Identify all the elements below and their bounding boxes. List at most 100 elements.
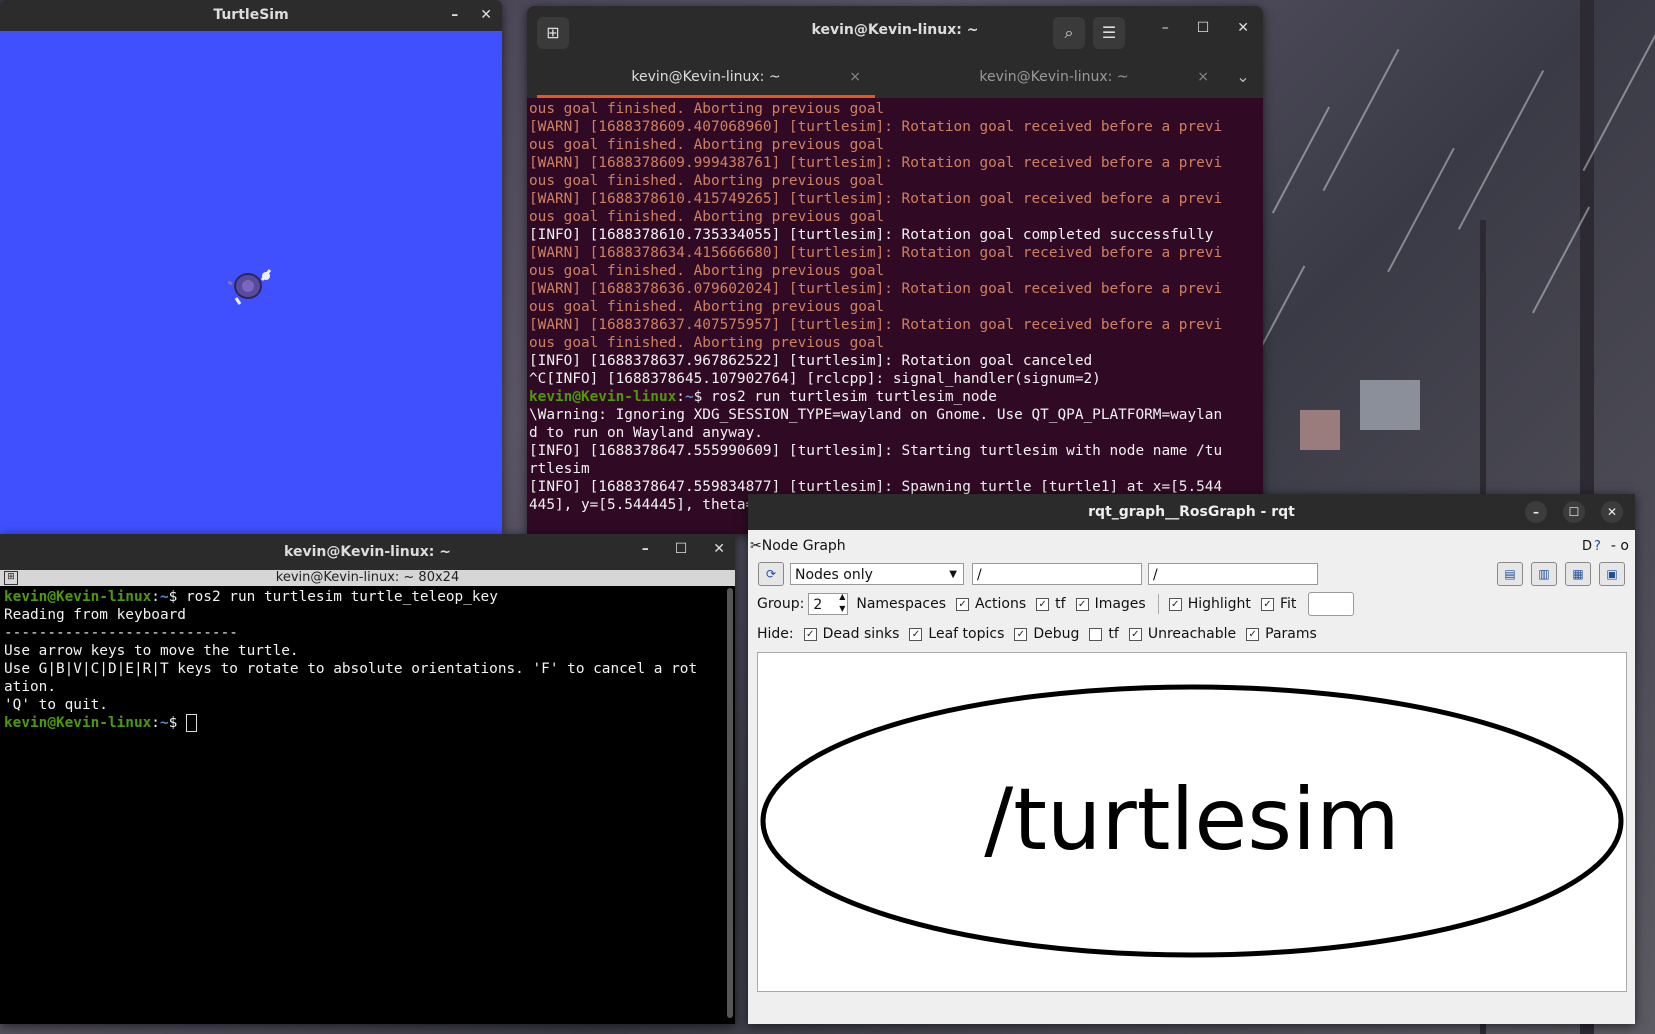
highlight-label: Highlight <box>1187 596 1251 612</box>
terminal-window-top: ⊞ kevin@Kevin-linux: ~ ⌕ ☰ – ☐ ✕ kevin@K… <box>527 6 1263 534</box>
namespaces-label: Namespaces <box>856 596 947 612</box>
minimize-plugin-button[interactable]: - o <box>1611 538 1629 554</box>
group-spinbox[interactable]: 2 ▲ ▼ <box>808 591 849 615</box>
terminal-title: kevin@Kevin-linux: ~ <box>811 22 979 38</box>
spin-arrows-icon[interactable]: ▲ ▼ <box>839 591 845 615</box>
chevron-down-icon: ▼ <box>949 569 957 580</box>
terminal-line: ous goal finished. Aborting previous goa… <box>529 137 885 153</box>
terminal-line: rtlesim <box>529 461 590 477</box>
terminal-line: Use G|B|V|C|D|E|R|T keys to rotate to ab… <box>4 661 698 677</box>
fit-label: Fit <box>1279 596 1297 612</box>
maximize-button[interactable]: ☐ <box>1197 20 1210 36</box>
terminal-line: [WARN] [1688378634.415666680] [turtlesim… <box>529 245 1223 261</box>
close-button[interactable]: ✕ <box>713 534 725 564</box>
fit-button[interactable] <box>1308 592 1355 616</box>
terminal-headerbar[interactable]: ⊞ kevin@Kevin-linux: ~ ⌕ ☰ – ☐ ✕ <box>527 6 1263 60</box>
hide-checkbox[interactable]: ✓ <box>1014 627 1028 641</box>
terminal-line: kevin@Kevin-linux:~$ <box>4 714 735 732</box>
rqt-graph-window: rqt_graph__RosGraph - rqt – ☐ ✕ ✂ Node G… <box>748 494 1635 1024</box>
close-tab-icon[interactable]: × <box>1197 60 1209 94</box>
terminal-line: [WARN] [1688378609.407068960] [turtlesim… <box>529 119 1223 135</box>
chevron-down-icon[interactable]: ⌄ <box>1223 60 1263 98</box>
scrollbar[interactable] <box>727 588 733 1018</box>
terminal-titlebar[interactable]: kevin@Kevin-linux: ~ – ☐ ✕ <box>0 534 735 570</box>
plugin-header: ✂ Node Graph D ? - o <box>748 534 1635 558</box>
plugin-title: Node Graph <box>761 538 846 554</box>
toolbar-row: ⟳ Nodes only ▼ / / ▤ ▥ ▦ ▣ <box>748 560 1635 588</box>
minimize-button[interactable]: – <box>1525 501 1547 523</box>
node-filter-input[interactable]: / <box>972 563 1142 585</box>
graph-mode-value: Nodes only <box>795 567 873 583</box>
group-row: Group: 2 ▲ ▼ Namespaces ✓ Actions ✓ tf ✓ … <box>748 592 1635 616</box>
tab-label: kevin@Kevin-linux: ~ <box>631 69 781 85</box>
terminal-line: [INFO] [1688378610.735334055] [turtlesim… <box>529 227 1214 243</box>
save-dot-icon[interactable]: ▥ <box>1531 562 1557 586</box>
terminal-line: ^C[INFO] [1688378645.107902764] [rclcpp]… <box>529 371 1101 387</box>
hide-option-label: Dead sinks <box>822 626 900 642</box>
refresh-icon[interactable]: ⟳ <box>758 562 784 586</box>
tab-2[interactable]: kevin@Kevin-linux: ~ × <box>885 60 1223 98</box>
fit-checkbox[interactable]: ✓ <box>1260 597 1274 611</box>
highlight-checkbox[interactable]: ✓ <box>1168 597 1182 611</box>
terminal-output[interactable]: kevin@Kevin-linux:~$ ros2 run turtlesim … <box>0 586 735 732</box>
minimize-button[interactable]: – <box>642 534 649 564</box>
hide-checkbox[interactable]: ✓ <box>1128 627 1142 641</box>
terminal-tabbar: kevin@Kevin-linux: ~ × kevin@Kevin-linux… <box>527 60 1263 98</box>
terminal-output[interactable]: ous goal finished. Aborting previous goa… <box>527 98 1263 514</box>
hide-checkbox[interactable]: ✓ <box>803 627 817 641</box>
actions-label: Actions <box>975 596 1027 612</box>
rqt-titlebar[interactable]: rqt_graph__RosGraph - rqt – ☐ ✕ <box>748 494 1635 530</box>
images-label: Images <box>1094 596 1146 612</box>
terminal-line: ous goal finished. Aborting previous goa… <box>529 101 885 117</box>
terminal-line: --------------------------- <box>4 625 238 641</box>
terminal-line: 'Q' to quit. <box>4 697 108 713</box>
close-button[interactable]: ✕ <box>1237 20 1249 36</box>
graph-canvas[interactable]: /turtlesim <box>757 652 1627 992</box>
maximize-button[interactable]: ☐ <box>675 534 688 564</box>
terminal-line: [WARN] [1688378636.079602024] [turtlesim… <box>529 281 1223 297</box>
hide-checkbox[interactable]: ✓ <box>1246 627 1260 641</box>
namespaces-checkbox[interactable]: ✓ <box>956 597 970 611</box>
terminal-subtitle-bar: ⊞ kevin@Kevin-linux: ~ 80x24 <box>0 570 735 586</box>
terminal-line: [WARN] [1688378637.407575957] [turtlesim… <box>529 317 1223 333</box>
turtlesim-titlebar[interactable]: TurtleSim – ✕ <box>0 0 502 31</box>
terminal-line: d to run on Wayland anyway. <box>529 425 763 441</box>
minimize-button[interactable]: – <box>1162 20 1169 36</box>
topic-filter-input[interactable]: / <box>1148 563 1318 585</box>
terminal-line: Use arrow keys to move the turtle. <box>4 643 299 659</box>
terminal-line: ous goal finished. Aborting previous goa… <box>529 299 885 315</box>
group-value: 2 <box>813 597 823 613</box>
search-icon[interactable]: ⌕ <box>1053 17 1085 49</box>
rqt-title: rqt_graph__RosGraph - rqt <box>1088 504 1295 520</box>
save-image-icon[interactable]: ▣ <box>1599 562 1625 586</box>
tf-label: tf <box>1055 596 1066 612</box>
terminal-menu-icon[interactable]: ⊞ <box>4 571 18 585</box>
menu-icon[interactable]: ☰ <box>1093 17 1125 49</box>
images-checkbox[interactable]: ✓ <box>1075 597 1089 611</box>
help-icon[interactable]: ? <box>1594 539 1601 554</box>
hide-option-label: Debug <box>1033 626 1080 642</box>
hide-checkbox[interactable]: ✓ <box>909 627 923 641</box>
terminal-line: kevin@Kevin-linux:~$ ros2 run turtlesim … <box>529 389 997 405</box>
tab-1[interactable]: kevin@Kevin-linux: ~ × <box>537 60 875 98</box>
group-label: Group: <box>757 596 805 612</box>
close-button[interactable]: ✕ <box>480 0 492 30</box>
maximize-button[interactable]: ☐ <box>1563 501 1585 523</box>
dock-icon[interactable]: D <box>1582 539 1592 554</box>
terminal-window-bottom: kevin@Kevin-linux: ~ – ☐ ✕ ⊞ kevin@Kevin… <box>0 534 735 1024</box>
turtlesim-window: TurtleSim – ✕ <box>0 0 502 534</box>
close-button[interactable]: ✕ <box>1601 501 1623 523</box>
graph-mode-select[interactable]: Nodes only ▼ <box>790 563 964 585</box>
terminal-line: \Warning: Ignoring XDG_SESSION_TYPE=wayl… <box>529 407 1223 423</box>
node-label: /turtlesim <box>984 770 1400 870</box>
terminal-line: ation. <box>4 679 56 695</box>
hide-checkbox[interactable] <box>1089 627 1103 641</box>
hide-option-label: Unreachable <box>1147 626 1237 642</box>
save-svg-icon[interactable]: ▦ <box>1565 562 1591 586</box>
terminal-line: ous goal finished. Aborting previous goa… <box>529 173 885 189</box>
tf-checkbox[interactable]: ✓ <box>1036 597 1050 611</box>
load-dot-icon[interactable]: ▤ <box>1497 562 1523 586</box>
close-tab-icon[interactable]: × <box>849 60 861 94</box>
terminal-line: Reading from keyboard <box>4 607 186 623</box>
minimize-button[interactable]: – <box>451 0 458 30</box>
